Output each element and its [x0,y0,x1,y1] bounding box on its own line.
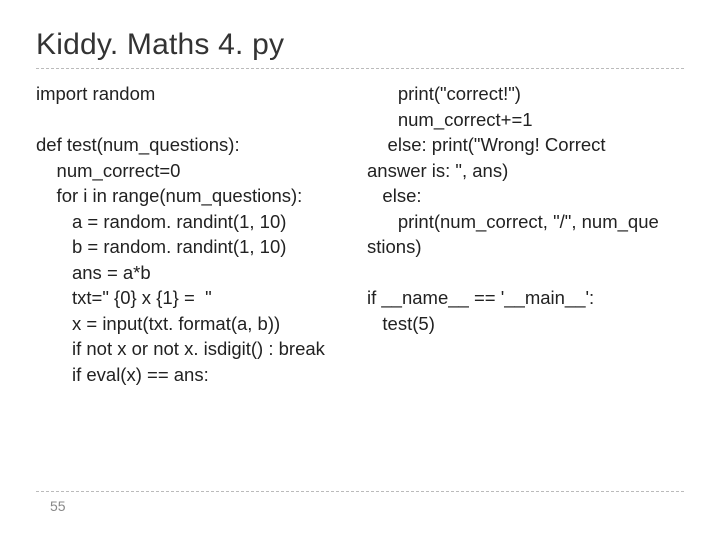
code-right-column: print("correct!") num_correct+=1 else: p… [367,81,684,387]
code-columns: import random def test(num_questions): n… [36,81,684,387]
slide-title: Kiddy. Maths 4. py [36,28,684,62]
slide: Kiddy. Maths 4. py import random def tes… [0,0,720,540]
page-number: 55 [36,498,684,514]
footer-divider [36,491,684,492]
code-left-column: import random def test(num_questions): n… [36,81,353,387]
title-divider [36,68,684,69]
footer: 55 [36,491,684,514]
